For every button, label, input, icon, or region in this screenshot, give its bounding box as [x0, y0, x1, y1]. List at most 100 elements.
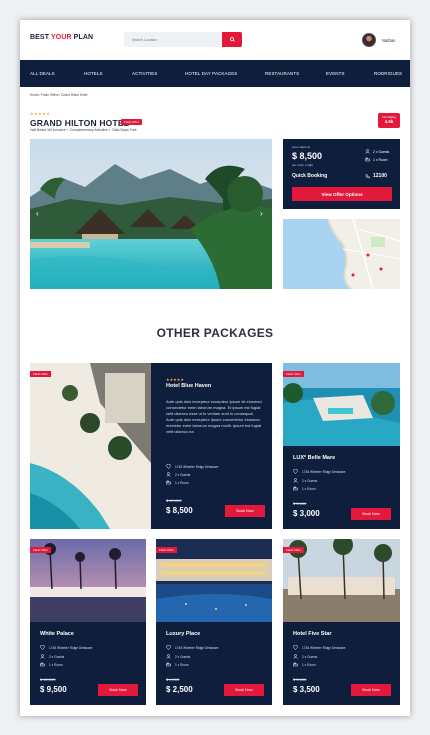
search-icon — [229, 37, 235, 42]
package-price: $ 2,500 — [166, 685, 193, 694]
old-price: $ 4,000 — [166, 677, 180, 682]
package-price: $ 3,000 — [293, 509, 320, 518]
bed-icon — [293, 486, 298, 491]
package-name: Hotel Blue Haven — [166, 383, 212, 389]
package-stars: ★★★★★ — [166, 377, 184, 382]
search-button[interactable] — [222, 32, 242, 47]
bed-icon — [293, 662, 298, 667]
beach-aerial-photo — [30, 363, 151, 529]
bed-icon — [365, 157, 370, 162]
rooms-text: 1 x Room — [302, 662, 316, 667]
chevron-left-icon[interactable]: ‹ — [36, 209, 39, 218]
rating-value: 4.5k — [384, 119, 394, 124]
rooms-text: 1 x Room — [175, 662, 189, 667]
bed-icon — [166, 662, 171, 667]
price-per-label: per room / night — [292, 163, 314, 167]
package-card-luxury-place[interactable]: Flash Offer Luxury Place 1748 Wheeler Ri… — [156, 539, 272, 705]
package-guests: 2 x Guests — [166, 654, 190, 659]
map-image — [283, 219, 400, 289]
booking-panel: price starts at $ 8,500 per room / night… — [283, 139, 400, 209]
package-card-lux-belle-mare[interactable]: Flash Offer LUX* Belle Mare 1748 Wheeler… — [283, 363, 400, 529]
hotel-stars: ★★★★★ — [30, 111, 51, 116]
page-title: GRAND HILTON HOTEL — [30, 118, 130, 128]
package-card-hotel-five-star[interactable]: Flash Offer Hotel Five Star 1748 Wheeler… — [283, 539, 400, 705]
search-input[interactable] — [124, 32, 222, 47]
rooms-text: 1 x Room — [373, 157, 388, 162]
location-icon — [293, 469, 298, 474]
guests-text: 2 x Guests — [49, 654, 65, 659]
nav-item-activities[interactable]: ACTIVITIES — [132, 71, 158, 76]
guests-text: 2 x Guests — [302, 654, 318, 659]
logo[interactable]: BEST YOUR PLAN — [30, 34, 93, 41]
old-price: $ 10,000 — [166, 498, 182, 503]
book-now-button[interactable]: Book Now — [225, 505, 265, 517]
package-guests: 2 x Guests — [166, 472, 190, 477]
rooms-text: 1 x Room — [302, 486, 316, 491]
package-rooms: 1 x Room — [293, 662, 316, 667]
book-now-button[interactable]: Book Now — [98, 684, 138, 696]
logo-text-end: PLAN — [71, 34, 94, 41]
booking-price: $ 8,500 — [292, 151, 323, 161]
book-now-button[interactable]: Book Now — [224, 684, 264, 696]
package-image — [30, 363, 151, 529]
nav-item-events[interactable]: EVENTS — [326, 71, 345, 76]
nav-item-hotels[interactable]: HOTELS — [84, 71, 103, 76]
user-icon — [40, 654, 45, 659]
user-menu[interactable]: Nathan — [362, 33, 396, 47]
page-frame: BEST YOUR PLAN Nathan ALL DEALS HOTELS A… — [20, 20, 410, 716]
package-card-white-palace[interactable]: Flash Offer White Palace 1748 Wheeler Ri… — [30, 539, 146, 705]
package-rooms: 1 x Room — [166, 662, 189, 667]
package-card-blue-haven[interactable]: Flash Offer ★★★★★ Hotel Blue Haven Aute … — [30, 363, 272, 529]
package-address: 1748 Wheeler Ridge Delaware — [166, 464, 218, 469]
package-guests: 2 x Guests — [293, 478, 317, 483]
address-text: 1748 Wheeler Ridge Delaware — [302, 469, 346, 474]
flash-offer-badge: Flash Offer — [283, 547, 304, 553]
chevron-right-icon[interactable]: › — [260, 209, 263, 218]
guests-text: 2 x Guests — [175, 654, 191, 659]
rating-badge: Our Rating 4.5k — [378, 113, 400, 128]
location-map[interactable] — [283, 219, 400, 289]
guests-text: 2 x Guests — [302, 478, 318, 483]
phone-text: 12100 — [373, 173, 387, 179]
guests-text: 2 x Guests — [175, 472, 191, 477]
breadcrumb: Home / Flash Offers / Grand Hilton Hotel — [30, 93, 88, 97]
main-nav: ALL DEALS HOTELS ACTIVITIES HOTEL DAY PA… — [20, 60, 410, 87]
rooms-text: 1 x Room — [175, 480, 189, 485]
header: BEST YOUR PLAN Nathan — [20, 20, 410, 60]
hero-image[interactable]: ‹ › — [30, 139, 272, 289]
nav-item-restaurants[interactable]: RESTAURANTS — [265, 71, 299, 76]
flash-offer-badge: Flash Offer — [30, 547, 51, 553]
package-address: 1748 Wheeler Ridge Delaware — [40, 645, 92, 650]
resort-pool-photo — [30, 139, 272, 289]
quick-booking-label: Quick Booking — [292, 173, 328, 179]
guests-info: 2 x Guests — [365, 149, 389, 154]
package-price: $ 3,500 — [293, 685, 320, 694]
phone-icon — [365, 173, 370, 178]
flash-offer-tag: Flash Offer — [121, 119, 142, 125]
location-icon — [40, 645, 45, 650]
package-address: 1748 Wheeler Ridge Delaware — [166, 645, 218, 650]
nav-item-rodrigues[interactable]: RODRIGUES — [374, 71, 402, 76]
package-name: White Palace — [40, 631, 74, 637]
user-name[interactable]: Nathan — [382, 38, 396, 43]
nav-item-hotel-day-packages[interactable]: HOTEL DAY PACKAGES — [185, 71, 237, 76]
view-offer-options-button[interactable]: View Offer Options — [292, 187, 392, 201]
book-now-button[interactable]: Book Now — [351, 508, 391, 520]
package-description: Aute quis duis excepteur excepteur ipsum… — [166, 399, 262, 434]
price-from-label: price starts at — [292, 145, 311, 149]
guests-text: 2 x Guests — [373, 149, 390, 154]
bed-icon — [40, 662, 45, 667]
logo-text-main: BEST — [30, 34, 51, 41]
bed-icon — [166, 480, 171, 485]
logo-text-accent: YOUR — [51, 34, 72, 41]
package-rooms: 1 x Room — [40, 662, 63, 667]
phone-number[interactable]: 12100 — [365, 173, 387, 179]
avatar[interactable] — [362, 33, 376, 47]
nav-item-all-deals[interactable]: ALL DEALS — [30, 71, 55, 76]
book-now-button[interactable]: Book Now — [351, 684, 391, 696]
location-icon — [166, 464, 171, 469]
package-name: Luxury Place — [166, 631, 201, 637]
user-icon — [293, 478, 298, 483]
package-guests: 2 x Guests — [293, 654, 317, 659]
user-icon — [166, 654, 171, 659]
